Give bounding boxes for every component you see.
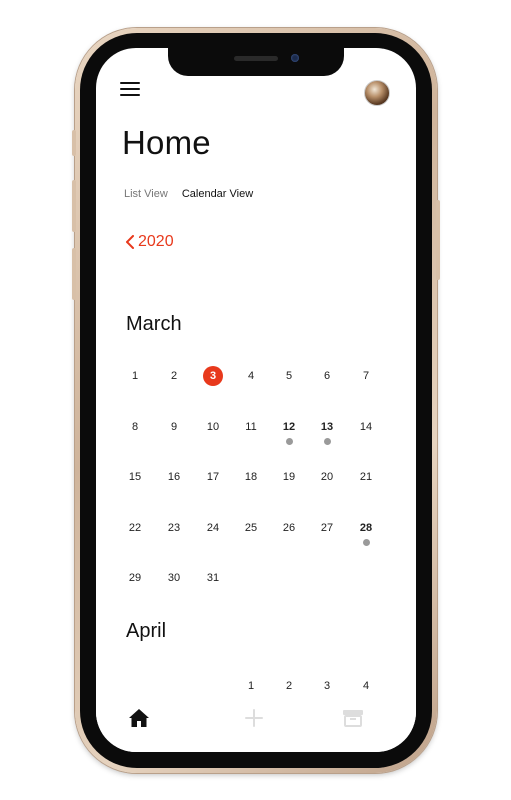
calendar-day[interactable]: 29 [119, 572, 151, 584]
calendar-day[interactable]: 12 [273, 421, 305, 433]
calendar-day[interactable]: 19 [273, 471, 305, 483]
app-screen: Home List View Calendar View 2020 March 1… [96, 48, 416, 752]
calendar-day[interactable]: 3 [197, 370, 229, 382]
calendar-day[interactable]: 22 [119, 522, 151, 534]
calendar-day[interactable]: 24 [197, 522, 229, 534]
calendar-day[interactable]: 21 [350, 471, 382, 483]
plus-icon [245, 709, 263, 727]
nav-archive-button[interactable] [342, 708, 364, 733]
event-dot [285, 437, 293, 445]
bottom-nav-bar [96, 694, 416, 752]
power-button [436, 200, 440, 280]
calendar-day[interactable]: 4 [235, 370, 267, 382]
calendar-day[interactable]: 4 [350, 680, 382, 692]
calendar-day[interactable]: 5 [273, 370, 305, 382]
month-title-march: March [126, 313, 182, 335]
month-title-april: April [126, 620, 167, 642]
calendar-day[interactable]: 1 [119, 370, 151, 382]
chevron-left-icon [126, 235, 134, 249]
calendar-day[interactable]: 7 [350, 370, 382, 382]
calendar-day[interactable]: 16 [158, 471, 190, 483]
calendar-day[interactable]: 17 [197, 471, 229, 483]
event-dot [323, 437, 331, 445]
calendar-day[interactable]: 15 [119, 471, 151, 483]
archive-icon [343, 710, 363, 727]
year-back-button[interactable]: 2020 [125, 233, 174, 251]
calendar-day[interactable]: 25 [235, 522, 267, 534]
calendar-day[interactable]: 14 [350, 421, 382, 433]
calendar-day[interactable]: 26 [273, 522, 305, 534]
calendar-day[interactable]: 13 [311, 421, 343, 433]
calendar-day[interactable]: 11 [235, 421, 267, 433]
speaker-grille [234, 56, 278, 61]
tab-calendar-view[interactable]: Calendar View [182, 188, 253, 200]
volume-down-button [72, 248, 76, 300]
user-avatar[interactable] [364, 80, 390, 106]
tab-list-view[interactable]: List View [124, 188, 168, 200]
calendar-scroll-area[interactable]: March 1 2 3 4 5 6 7 8 9 10 11 12 13 14 15 16 17 18 19 20 21 22… [96, 258, 416, 694]
nav-home-button[interactable] [128, 708, 150, 733]
calendar-day[interactable]: 2 [273, 680, 305, 692]
page-title: Home [122, 124, 211, 161]
home-icon [129, 709, 149, 727]
calendar-day[interactable]: 23 [158, 522, 190, 534]
calendar-day[interactable]: 3 [311, 680, 343, 692]
nav-add-button[interactable] [244, 708, 264, 733]
calendar-day[interactable]: 30 [158, 572, 190, 584]
calendar-day[interactable]: 9 [158, 421, 190, 433]
front-camera [291, 54, 299, 62]
calendar-day[interactable]: 28 [350, 522, 382, 534]
year-label: 2020 [138, 233, 174, 250]
calendar-day[interactable]: 18 [235, 471, 267, 483]
silent-switch [72, 130, 76, 156]
calendar-day[interactable]: 2 [158, 370, 190, 382]
calendar-day[interactable]: 10 [197, 421, 229, 433]
calendar-day[interactable]: 20 [311, 471, 343, 483]
calendar-day[interactable]: 8 [119, 421, 151, 433]
phone-notch [168, 48, 344, 76]
view-tabs: List View Calendar View [124, 188, 253, 200]
hamburger-menu-icon[interactable] [120, 81, 140, 97]
calendar-day[interactable]: 6 [311, 370, 343, 382]
calendar-day[interactable]: 31 [197, 572, 229, 584]
calendar-day[interactable]: 27 [311, 522, 343, 534]
calendar-day[interactable]: 1 [235, 680, 267, 692]
event-dot [362, 538, 370, 546]
volume-up-button [72, 180, 76, 232]
